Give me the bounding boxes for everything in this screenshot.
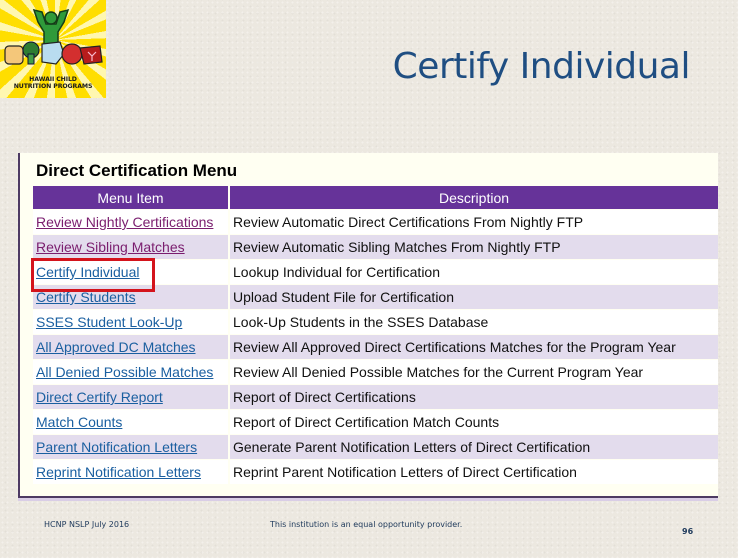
menu-description-cell: Lookup Individual for Certification	[230, 260, 718, 284]
menu-link-parent-notification-letters[interactable]: Parent Notification Letters	[36, 439, 197, 455]
menu-description-cell: Review All Denied Possible Matches for t…	[230, 360, 718, 384]
menu-link-all-approved-dc-matches[interactable]: All Approved DC Matches	[36, 339, 196, 355]
menu-item-cell: All Approved DC Matches	[33, 335, 230, 359]
footer-disclaimer: This institution is an equal opportunity…	[270, 520, 463, 529]
table-row: All Approved DC Matches Review All Approv…	[33, 335, 718, 359]
slide-title: Certify Individual	[392, 46, 691, 87]
menu-description-cell: Look-Up Students in the SSES Database	[230, 310, 718, 334]
menu-item-cell: Match Counts	[33, 410, 230, 434]
menu-link-review-sibling-matches[interactable]: Review Sibling Matches	[36, 239, 185, 255]
table-row: Review Sibling Matches Review Automatic S…	[33, 235, 718, 259]
menu-link-all-denied-possible-matches[interactable]: All Denied Possible Matches	[36, 364, 213, 380]
page-number: 96	[682, 527, 694, 536]
menu-link-certify-individual[interactable]: Certify Individual	[36, 264, 140, 280]
menu-item-cell: Certify Individual	[33, 260, 230, 284]
menu-item-cell: Review Nightly Certifications	[33, 210, 230, 234]
menu-title: Direct Certification Menu	[36, 161, 238, 180]
footer-left-text: HCNP NSLP July 2016	[44, 520, 130, 529]
logo-text-line1: HAWAII CHILD	[29, 76, 77, 83]
menu-item-cell: Review Sibling Matches	[33, 235, 230, 259]
menu-description-cell: Review Automatic Sibling Matches From Ni…	[230, 235, 718, 259]
menu-item-cell: Direct Certify Report	[33, 385, 230, 409]
column-header-description: Description	[230, 186, 718, 209]
table-row: Match Counts Report of Direct Certificati…	[33, 410, 718, 434]
table-row: SSES Student Look-Up Look-Up Students in …	[33, 310, 718, 334]
menu-item-cell: Reprint Notification Letters	[33, 460, 230, 484]
menu-item-cell: Parent Notification Letters	[33, 435, 230, 459]
menu-link-match-counts[interactable]: Match Counts	[36, 414, 122, 430]
menu-link-sses-student-look-up[interactable]: SSES Student Look-Up	[36, 314, 182, 330]
food-icons	[4, 41, 103, 65]
table-header-row: Menu Item Description	[33, 186, 718, 209]
table-row: Certify Students Upload Student File for …	[33, 285, 718, 309]
table-row: Review Nightly Certifications Review Auto…	[33, 210, 718, 234]
logo-text-line2: NUTRITION PROGRAMS	[13, 83, 93, 90]
menu-description-cell: Report of Direct Certifications	[230, 385, 718, 409]
menu-link-certify-students[interactable]: Certify Students	[36, 289, 136, 305]
direct-certification-menu-table: Menu Item Description Review Nightly Cer…	[33, 185, 718, 485]
menu-item-cell: Certify Students	[33, 285, 230, 309]
direct-certification-panel: Direct Certification Menu Menu Item Desc…	[18, 153, 718, 498]
menu-description-cell: Generate Parent Notification Letters of …	[230, 435, 718, 459]
hcnp-logo: HAWAII CHILD NUTRITION PROGRAMS	[0, 0, 106, 98]
menu-link-reprint-notification-letters[interactable]: Reprint Notification Letters	[36, 464, 201, 480]
table-row: Parent Notification Letters Generate Pare…	[33, 435, 718, 459]
table-row: Certify Individual Lookup Individual for …	[33, 260, 718, 284]
menu-description-cell: Review Automatic Direct Certifications F…	[230, 210, 718, 234]
table-row: Reprint Notification Letters Reprint Pare…	[33, 460, 718, 484]
menu-description-cell: Upload Student File for Certification	[230, 285, 718, 309]
menu-link-direct-certify-report[interactable]: Direct Certify Report	[36, 389, 163, 405]
table-row: All Denied Possible Matches Review All De…	[33, 360, 718, 384]
menu-description-cell: Review All Approved Direct Certification…	[230, 335, 718, 359]
menu-link-review-nightly-certifications[interactable]: Review Nightly Certifications	[36, 214, 213, 230]
menu-description-cell: Reprint Parent Notification Letters of D…	[230, 460, 718, 484]
column-header-menu-item: Menu Item	[33, 186, 230, 209]
menu-item-cell: SSES Student Look-Up	[33, 310, 230, 334]
table-row: Direct Certify Report Report of Direct Ce…	[33, 385, 718, 409]
menu-item-cell: All Denied Possible Matches	[33, 360, 230, 384]
menu-description-cell: Report of Direct Certification Match Cou…	[230, 410, 718, 434]
